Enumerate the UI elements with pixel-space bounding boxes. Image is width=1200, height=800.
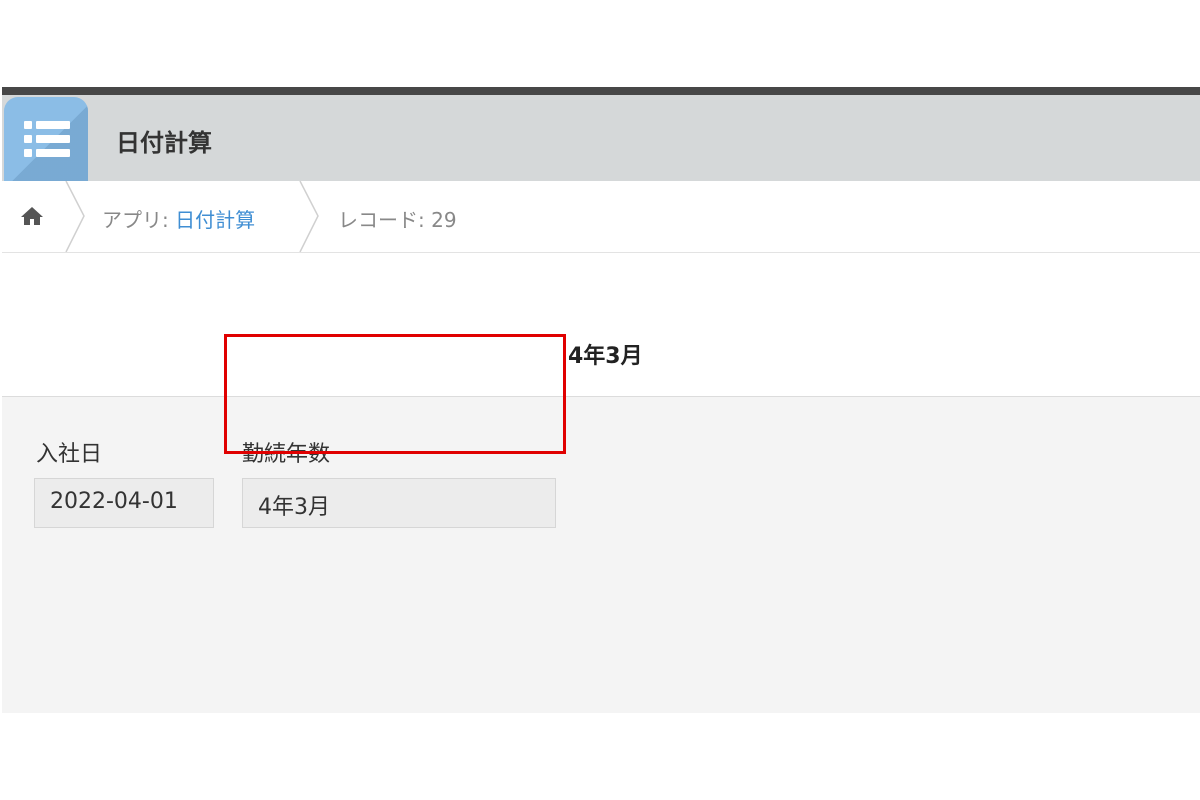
calculated-text: 4年3月 — [568, 344, 643, 369]
field-label-join-date: 入社日 — [36, 442, 103, 467]
app-title: 日付計算 — [116, 129, 212, 157]
breadcrumb-separator — [65, 181, 85, 252]
top-strip — [2, 87, 1200, 95]
breadcrumb-separator — [299, 181, 319, 252]
breadcrumb-app-link[interactable]: 日付計算 — [175, 208, 255, 232]
years-of-service-value: 4年3月 — [242, 478, 556, 528]
app-header: 日付計算 — [2, 95, 1200, 181]
app-window: 日付計算 アプリ: 日付計算 レコード: 29 — [2, 87, 1200, 713]
breadcrumb: アプリ: 日付計算 レコード: 29 — [2, 181, 1200, 253]
breadcrumb-app-prefix: アプリ: — [102, 208, 176, 232]
list-icon[interactable] — [4, 97, 88, 181]
toolbar-area — [2, 253, 1200, 397]
record-detail — [2, 397, 1200, 713]
breadcrumb-record: レコード: 29 — [338, 208, 457, 232]
join-date-value: 2022-04-01 — [34, 478, 214, 528]
home-icon[interactable] — [20, 206, 44, 226]
breadcrumb-app: アプリ: 日付計算 — [102, 204, 255, 233]
highlight-annotation — [224, 334, 566, 454]
